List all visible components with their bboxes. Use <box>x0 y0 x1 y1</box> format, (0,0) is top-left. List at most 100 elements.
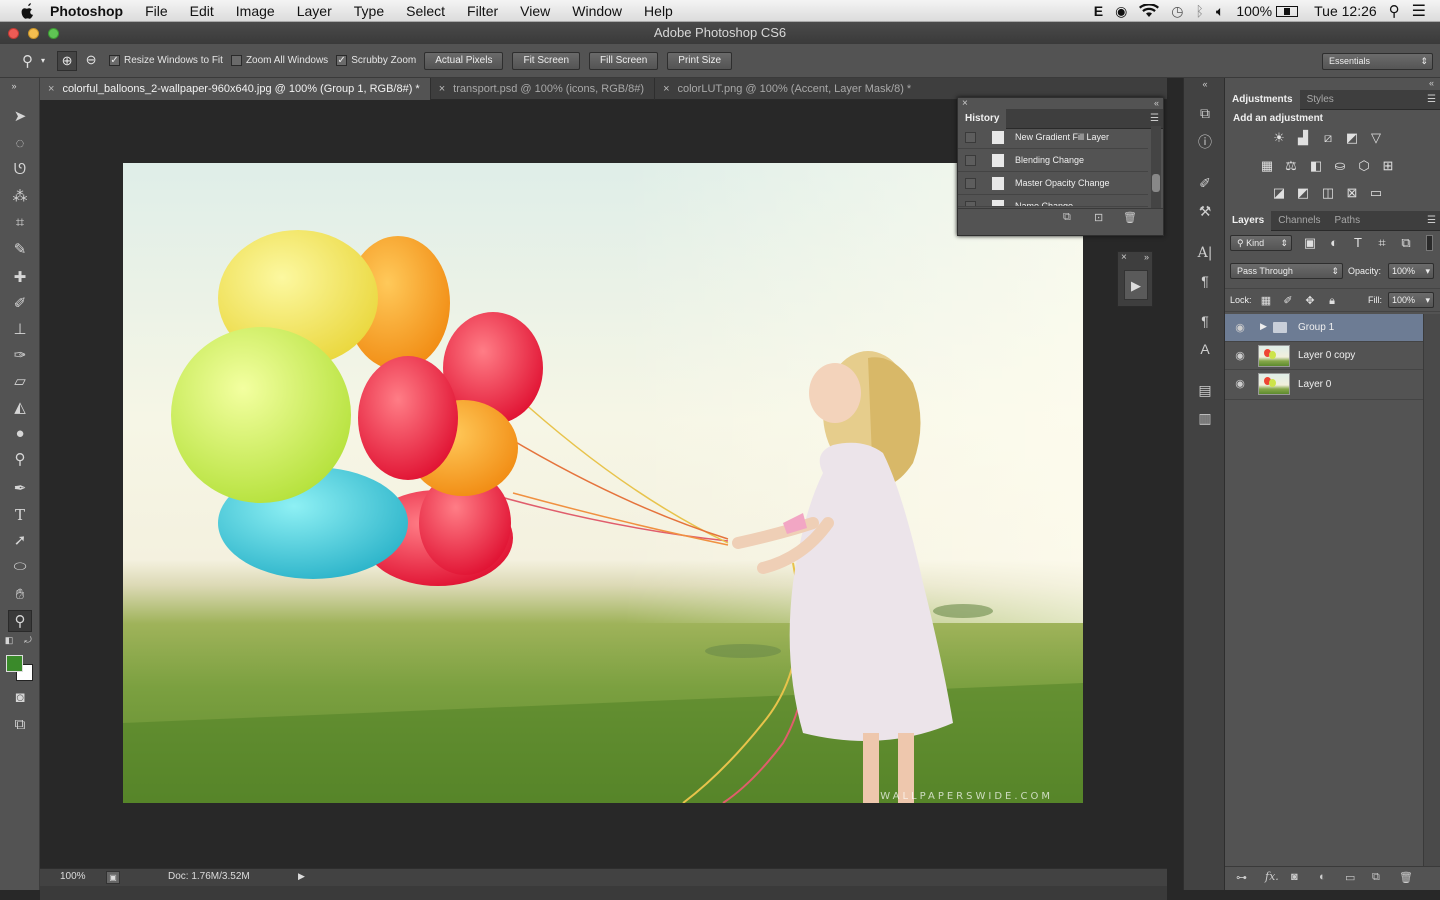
zoom-in-icon[interactable]: ⊕ <box>57 50 78 71</box>
apple-menu-icon[interactable] <box>18 2 36 20</box>
collapse-panels-icon[interactable]: « <box>1429 78 1434 88</box>
lock-all-icon[interactable]: 🔒︎ <box>1323 293 1341 309</box>
zoom-tool-icon[interactable]: ⚲ <box>8 610 32 632</box>
history-brush-tool-icon[interactable]: ✑ <box>8 345 32 367</box>
lock-transparent-icon[interactable]: ▦ <box>1257 293 1275 309</box>
eraser-tool-icon[interactable]: ▱ <box>8 371 32 393</box>
levels-icon[interactable]: ▟ <box>1294 130 1312 146</box>
battery-icon[interactable] <box>1276 5 1299 17</box>
history-item[interactable]: Master Opacity Change <box>958 172 1148 195</box>
menu-type[interactable]: Type <box>354 3 384 19</box>
evernote-icon[interactable]: ◉ <box>1115 3 1127 20</box>
photo-filter-icon[interactable]: ⛀ <box>1331 158 1349 174</box>
brush-tool-icon[interactable]: ✐ <box>8 293 32 315</box>
menu-layer[interactable]: Layer <box>297 3 332 19</box>
actual-pixels-button[interactable]: Actual Pixels <box>424 51 504 70</box>
scrubby-zoom-checkbox[interactable]: ✓ Scrubby Zoom <box>336 55 416 66</box>
doc-tab-balloons[interactable]: × colorful_balloons_2-wallpaper-960x640.j… <box>40 78 431 100</box>
close-tab-icon[interactable]: × <box>48 83 54 95</box>
adjustment-layer-icon[interactable]: ◐ <box>1319 871 1326 883</box>
chevron-down-icon[interactable]: ▾ <box>1425 264 1430 278</box>
filter-toggle[interactable] <box>1426 235 1433 251</box>
move-tool-icon[interactable]: ➤ <box>8 106 32 128</box>
layers-scrollbar[interactable] <box>1423 314 1440 870</box>
default-colors-icon[interactable]: ◧ <box>3 634 15 646</box>
crop-tool-icon[interactable]: ⌗ <box>8 212 32 234</box>
horizontal-scrollbar[interactable] <box>40 886 1167 900</box>
chevron-down-icon[interactable]: ▾ <box>1425 293 1430 307</box>
layer-row-layer-0[interactable]: ◉ Layer 0 <box>1225 370 1423 400</box>
zoom-out-icon[interactable]: ⊖ <box>81 51 101 71</box>
minimize-window-button[interactable] <box>28 28 39 39</box>
paragraph-styles-icon[interactable]: ¶ <box>1194 310 1216 332</box>
visibility-eye-icon[interactable]: ◉ <box>1233 321 1247 335</box>
menu-view[interactable]: View <box>520 3 550 19</box>
expand-panel-icon[interactable]: » <box>1144 252 1149 262</box>
color-lookup-icon[interactable]: ⊞ <box>1379 158 1397 174</box>
bluetooth-icon[interactable]: ᛒ <box>1196 3 1204 19</box>
blend-mode-dropdown[interactable]: Pass Through ⇕ <box>1230 263 1343 279</box>
brightness-contrast-icon[interactable]: ☀ <box>1270 130 1288 146</box>
brush-presets-icon[interactable]: ✐ <box>1194 172 1216 194</box>
time-machine-icon[interactable]: ◷ <box>1171 3 1183 20</box>
tab-paths[interactable]: Paths <box>1328 211 1368 231</box>
trash-icon[interactable]: 🗑︎ <box>1399 871 1413 884</box>
history-scrollbar[interactable] <box>1151 126 1161 208</box>
visibility-eye-icon[interactable]: ◉ <box>1233 377 1247 391</box>
mini-bridge-icon[interactable]: ⧉ <box>1194 102 1216 124</box>
close-panel-icon[interactable]: × <box>962 98 968 109</box>
tab-channels[interactable]: Channels <box>1271 211 1327 231</box>
zoom-window-button[interactable] <box>48 28 59 39</box>
menu-window[interactable]: Window <box>572 3 622 19</box>
volume-icon[interactable]: 🔈︎ <box>1216 3 1224 20</box>
fit-screen-button[interactable]: Fit Screen <box>512 51 581 70</box>
hue-saturation-icon[interactable]: ▦ <box>1258 158 1276 174</box>
notes-icon[interactable]: ▥ <box>1194 407 1216 429</box>
zoom-all-windows-checkbox[interactable]: Zoom All Windows <box>230 55 328 66</box>
path-selection-tool-icon[interactable]: ➚ <box>8 530 32 552</box>
print-size-button[interactable]: Print Size <box>667 51 733 70</box>
swap-colors-icon[interactable]: ⤾ <box>22 634 34 646</box>
workspace-switcher[interactable]: Essentials ⇕ <box>1322 53 1433 70</box>
spotlight-icon[interactable]: ⚲ <box>1389 2 1400 20</box>
posterize-icon[interactable]: ◩ <box>1294 185 1312 201</box>
fill-screen-button[interactable]: Fill Screen <box>589 51 659 70</box>
lasso-tool-icon[interactable]: ᘎ <box>8 159 32 181</box>
new-layer-icon[interactable]: ⧉ <box>1372 871 1380 884</box>
doc-tab-transport[interactable]: × transport.psd @ 100% (icons, RGB/8#) <box>431 78 656 100</box>
menu-image[interactable]: Image <box>236 3 275 19</box>
healing-brush-tool-icon[interactable]: ✚ <box>8 267 32 289</box>
close-panel-icon[interactable]: × <box>1121 252 1127 263</box>
tab-adjustments[interactable]: Adjustments <box>1225 89 1300 110</box>
selective-color-icon[interactable]: ⊠ <box>1343 185 1361 201</box>
tab-styles[interactable]: Styles <box>1300 90 1341 110</box>
document-image[interactable]: WALLPAPERSWIDE.COM <box>123 163 1083 803</box>
history-item[interactable]: New Gradient Fill Layer <box>958 126 1148 149</box>
filter-type-icon[interactable]: T <box>1349 235 1367 251</box>
filter-kind-dropdown[interactable]: ⚲ Kind ⇕ <box>1230 235 1292 251</box>
chevron-down-icon[interactable]: ▾ <box>41 56 45 65</box>
collapse-dock-icon[interactable]: « <box>1194 78 1216 90</box>
quick-mask-icon[interactable]: ◙ <box>8 687 32 709</box>
trash-icon[interactable]: 🗑︎ <box>1123 211 1137 224</box>
close-tab-icon[interactable]: × <box>439 83 445 95</box>
close-tab-icon[interactable]: × <box>663 83 669 95</box>
properties-icon[interactable]: ▤ <box>1194 379 1216 401</box>
disclosure-triangle-icon[interactable]: ▶ <box>1260 321 1267 332</box>
exposure-icon[interactable]: ◩ <box>1343 130 1361 146</box>
status-icon[interactable]: ▣ <box>106 871 120 884</box>
doc-tab-colorlut[interactable]: × colorLUT.png @ 100% (Accent, Layer Mask… <box>655 78 921 100</box>
paragraph-icon[interactable]: ¶ <box>1194 270 1216 292</box>
filter-smart-object-icon[interactable]: ⧉ <box>1397 235 1415 251</box>
vibrance-icon[interactable]: ▽ <box>1367 130 1385 146</box>
dodge-tool-icon[interactable]: ⚲ <box>8 449 32 471</box>
magic-wand-tool-icon[interactable]: ⁂ <box>8 186 32 208</box>
visibility-eye-icon[interactable]: ◉ <box>1233 349 1247 363</box>
new-document-from-state-icon[interactable]: ⧉ <box>1063 211 1071 224</box>
menu-app-name[interactable]: Photoshop <box>50 3 123 19</box>
fill-field[interactable]: 100% ▾ <box>1388 292 1434 308</box>
layer-row-group-1[interactable]: ◉ ▶ Group 1 <box>1225 314 1423 342</box>
color-balance-icon[interactable]: ⚖ <box>1282 158 1300 174</box>
foreground-color-swatch[interactable] <box>6 655 23 672</box>
tab-layers[interactable]: Layers <box>1225 210 1272 231</box>
